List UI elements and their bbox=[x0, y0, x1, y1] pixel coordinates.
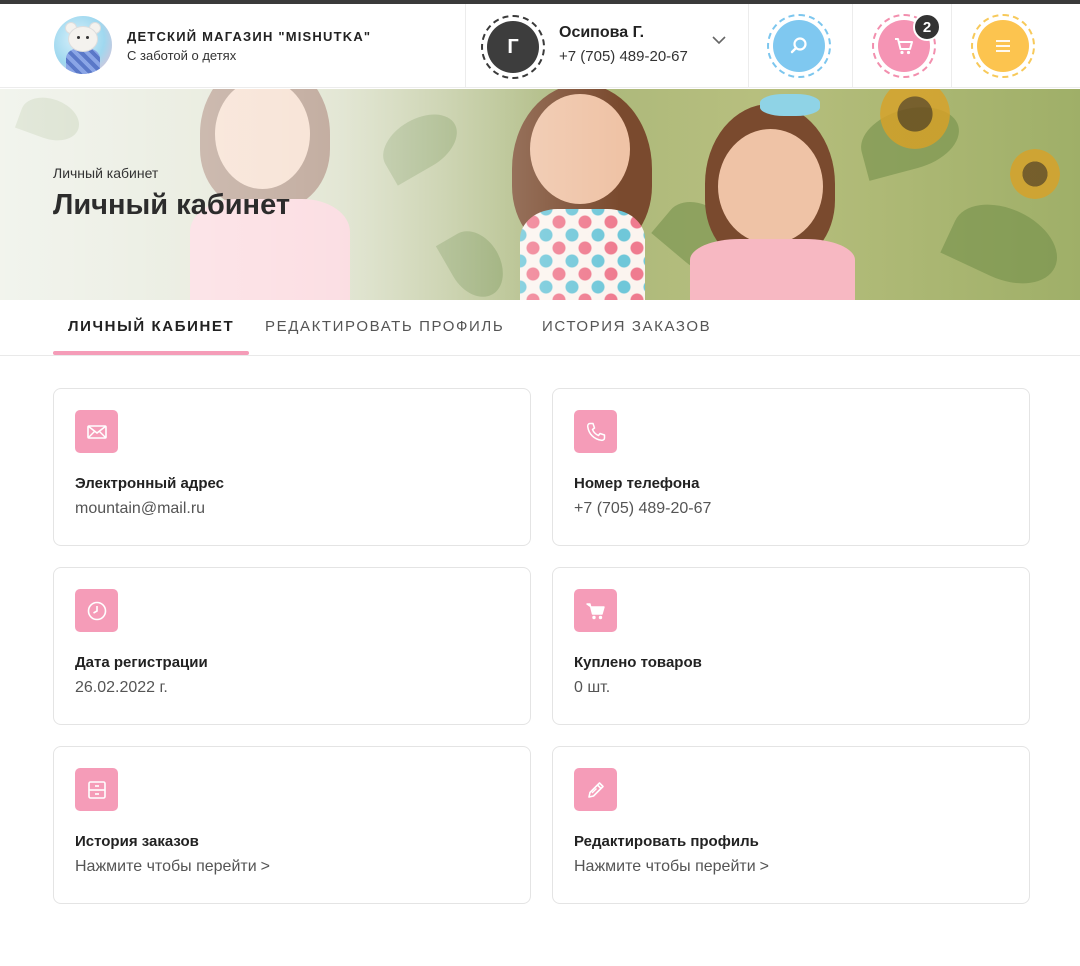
breadcrumb[interactable]: Личный кабинет bbox=[53, 165, 158, 181]
mail-icon bbox=[75, 410, 118, 453]
phone-value: +7 (705) 489-20-67 bbox=[574, 500, 712, 517]
menu-icon bbox=[996, 40, 1010, 52]
avatar-initial: Г bbox=[487, 21, 539, 73]
chevron-right-icon: > bbox=[759, 858, 769, 875]
header-divider bbox=[465, 4, 466, 88]
card-title: Электронный адрес bbox=[75, 475, 224, 492]
edit-profile-card[interactable]: Редактировать профиль Нажмите чтобы пере… bbox=[552, 746, 1030, 904]
menu-button[interactable] bbox=[971, 14, 1035, 78]
card-title: Дата регистрации bbox=[75, 654, 208, 671]
bear-eye bbox=[77, 36, 80, 39]
purchased-count-value: 0 шт. bbox=[574, 679, 611, 696]
header-divider bbox=[951, 4, 952, 88]
registration-date-card: Дата регистрации 26.02.2022 г. bbox=[53, 567, 531, 725]
search-icon bbox=[790, 37, 807, 54]
phone-icon bbox=[574, 410, 617, 453]
card-title: Редактировать профиль bbox=[574, 833, 759, 850]
site-header: ДЕТСКИЙ МАГАЗИН "MISHUTKA" С заботой о д… bbox=[0, 4, 1080, 88]
bear-head bbox=[68, 26, 98, 52]
registration-date-value: 26.02.2022 г. bbox=[75, 679, 168, 696]
email-card: Электронный адрес mountain@mail.ru bbox=[53, 388, 531, 546]
card-title: Куплено товаров bbox=[574, 654, 702, 671]
bear-eye bbox=[86, 36, 89, 39]
pencil-icon bbox=[574, 768, 617, 811]
tab-order-history[interactable]: ИСТОРИЯ ЗАКАЗОВ bbox=[542, 318, 711, 335]
order-history-card[interactable]: История заказов Нажмите чтобы перейти > bbox=[53, 746, 531, 904]
link-text: Нажмите чтобы перейти bbox=[574, 858, 756, 875]
clock-icon bbox=[75, 589, 118, 632]
email-value: mountain@mail.ru bbox=[75, 500, 206, 517]
brand-subtitle: С заботой о детях bbox=[127, 48, 237, 63]
order-history-link[interactable]: Нажмите чтобы перейти > bbox=[75, 858, 270, 876]
header-divider bbox=[748, 4, 749, 88]
search-button[interactable] bbox=[767, 14, 831, 78]
chevron-right-icon: > bbox=[260, 858, 270, 875]
hero-banner: Личный кабинет Личный кабинет bbox=[0, 89, 1080, 300]
user-avatar[interactable]: Г bbox=[481, 15, 545, 79]
phone-card: Номер телефона +7 (705) 489-20-67 bbox=[552, 388, 1030, 546]
purchased-count-card: Куплено товаров 0 шт. bbox=[552, 567, 1030, 725]
chevron-down-icon[interactable] bbox=[711, 32, 727, 48]
brand-title[interactable]: ДЕТСКИЙ МАГАЗИН "MISHUTKA" bbox=[127, 29, 371, 44]
account-tabs: ЛИЧНЫЙ КАБИНЕТ РЕДАКТИРОВАТЬ ПРОФИЛЬ ИСТ… bbox=[0, 300, 1080, 356]
cart-count-badge: 2 bbox=[913, 13, 941, 41]
bear-logo[interactable] bbox=[54, 16, 112, 74]
link-text: Нажмите чтобы перейти bbox=[75, 858, 257, 875]
cart-icon bbox=[895, 38, 913, 55]
cart-icon bbox=[574, 589, 617, 632]
tab-edit-profile[interactable]: РЕДАКТИРОВАТЬ ПРОФИЛЬ bbox=[265, 318, 504, 335]
user-phone: +7 (705) 489-20-67 bbox=[559, 48, 688, 65]
tab-account[interactable]: ЛИЧНЫЙ КАБИНЕТ bbox=[68, 318, 234, 335]
user-name[interactable]: Осипова Г. bbox=[559, 24, 644, 42]
page-title: Личный кабинет bbox=[53, 189, 291, 221]
edit-profile-link[interactable]: Нажмите чтобы перейти > bbox=[574, 858, 769, 876]
active-tab-indicator bbox=[53, 351, 249, 355]
card-title: Номер телефона bbox=[574, 475, 700, 492]
archive-icon bbox=[75, 768, 118, 811]
card-title: История заказов bbox=[75, 833, 199, 850]
header-divider bbox=[852, 4, 853, 88]
